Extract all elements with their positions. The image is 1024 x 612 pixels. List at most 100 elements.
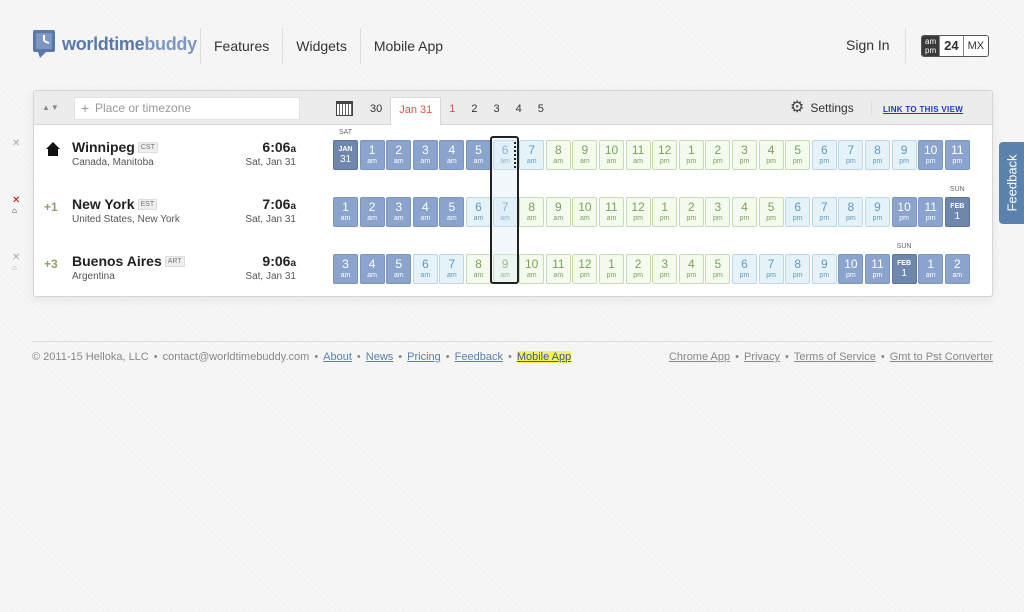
contact-email[interactable]: contact@worldtimebuddy.com <box>163 351 310 363</box>
hour-cell[interactable]: 7 am <box>439 254 465 284</box>
place-search-input[interactable]: + Place or timezone <box>74 97 300 120</box>
day-tab-2[interactable]: 2 <box>463 97 485 125</box>
hour-cell[interactable]: 2 am <box>944 254 970 284</box>
hour-cell[interactable]: 11 am <box>599 197 624 227</box>
hour-cell[interactable]: 8 am <box>545 140 571 170</box>
logo[interactable]: worldtimebuddy <box>32 29 197 59</box>
hour-cell[interactable]: 2 am <box>359 197 385 227</box>
hour-cell[interactable]: 1 pm <box>599 254 624 284</box>
day-tab-3[interactable]: 3 <box>486 97 508 125</box>
hour-cell[interactable]: 12 pm <box>572 254 598 284</box>
hour-cell[interactable]: 1 pm <box>652 197 678 227</box>
day-tab-jan-31[interactable]: Jan 31 <box>390 97 442 125</box>
hour-cell[interactable]: 4 pm <box>732 197 757 227</box>
hour-cell[interactable]: 6 am <box>492 140 518 170</box>
day-tab-1[interactable]: 1 <box>441 97 463 125</box>
format-24h-button[interactable]: 24 <box>939 36 963 56</box>
link-to-view[interactable]: LINK TO THIS VIEW <box>883 105 963 114</box>
hour-cell[interactable]: 1 am <box>333 197 358 227</box>
footer-privacy-link[interactable]: Privacy <box>744 351 780 363</box>
hour-cell[interactable]: 11 pm <box>865 254 890 284</box>
date-cell[interactable]: FEB 1 <box>944 197 970 227</box>
hour-cell[interactable]: 1 am <box>918 254 944 284</box>
city-name[interactable]: New York EST <box>72 196 158 212</box>
hour-cell[interactable]: 2 am <box>386 140 412 170</box>
hour-cell[interactable]: 1 pm <box>678 140 704 170</box>
hour-cell[interactable]: 4 am <box>359 254 385 284</box>
footer-pricing-link[interactable]: Pricing <box>407 351 441 363</box>
sort-arrows-icon[interactable]: ▲▼ <box>42 103 60 112</box>
date-cell[interactable]: FEB 1 <box>891 254 917 284</box>
hour-cell[interactable]: 6 am <box>466 197 491 227</box>
footer-feedback-link[interactable]: Feedback <box>455 351 503 363</box>
hour-cell[interactable]: 10 am <box>519 254 545 284</box>
hour-cell[interactable]: 9 am <box>492 254 518 284</box>
hour-cell[interactable]: 5 pm <box>705 254 731 284</box>
hour-cell[interactable]: 8 pm <box>785 254 811 284</box>
day-tab-5[interactable]: 5 <box>530 97 552 125</box>
footer-news-link[interactable]: News <box>366 351 394 363</box>
hour-cell[interactable]: 10 pm <box>838 254 864 284</box>
hour-cell[interactable]: 2 pm <box>625 254 651 284</box>
hour-cell[interactable]: 10 pm <box>891 197 917 227</box>
hour-cell[interactable]: 8 am <box>519 197 545 227</box>
hour-cell[interactable]: 6 pm <box>732 254 757 284</box>
set-home-buenosaires-icon[interactable]: ⌂ <box>12 263 17 272</box>
hour-cell[interactable]: 8 pm <box>838 197 864 227</box>
hour-cell[interactable]: 1 am <box>359 140 385 170</box>
hour-cell[interactable]: 9 pm <box>891 140 917 170</box>
hour-cell[interactable]: 9 pm <box>811 254 837 284</box>
city-name[interactable]: Buenos Aires ART <box>72 253 185 269</box>
hour-cell[interactable]: 5 pm <box>785 140 811 170</box>
hour-cell[interactable]: 5 am <box>439 197 465 227</box>
hour-cell[interactable]: 9 am <box>545 197 571 227</box>
sign-in-link[interactable]: Sign In <box>846 37 890 53</box>
hour-cell[interactable]: 2 pm <box>678 197 704 227</box>
date-cell[interactable]: JAN 31 <box>333 140 358 170</box>
hour-cell[interactable]: 10 am <box>599 140 624 170</box>
hour-cell[interactable]: 7 pm <box>838 140 864 170</box>
hour-cell[interactable]: 10 am <box>572 197 598 227</box>
hour-cell[interactable]: 5 pm <box>758 197 784 227</box>
remove-winnipeg-icon[interactable]: ✕ <box>12 138 20 149</box>
hour-cell[interactable]: 12 pm <box>625 197 651 227</box>
hour-cell[interactable]: 8 am <box>466 254 491 284</box>
hour-cell[interactable]: 3 am <box>333 254 358 284</box>
format-ampm-button[interactable]: am pm <box>922 36 940 56</box>
hour-cell[interactable]: 4 pm <box>678 254 704 284</box>
day-tab-30[interactable]: 30 <box>362 97 390 125</box>
hour-cell[interactable]: 3 pm <box>652 254 678 284</box>
calendar-icon[interactable] <box>336 101 353 116</box>
footer-terms-link[interactable]: Terms of Service <box>794 351 876 363</box>
hour-cell[interactable]: 4 am <box>439 140 465 170</box>
nav-features[interactable]: Features <box>200 28 282 64</box>
hour-cell[interactable]: 7 am <box>519 140 545 170</box>
nav-mobile-app[interactable]: Mobile App <box>359 28 456 64</box>
hour-cell[interactable]: 9 am <box>572 140 598 170</box>
hour-cell[interactable]: 9 pm <box>865 197 890 227</box>
day-tab-4[interactable]: 4 <box>508 97 530 125</box>
hour-cell[interactable]: 6 pm <box>785 197 811 227</box>
footer-chrome-app-link[interactable]: Chrome App <box>669 351 730 363</box>
footer-mobile-app-link[interactable]: Mobile App <box>516 351 572 363</box>
city-name[interactable]: Winnipeg CST <box>72 139 158 155</box>
footer-about-link[interactable]: About <box>323 351 352 363</box>
hour-cell[interactable]: 5 am <box>466 140 491 170</box>
hour-cell[interactable]: 11 am <box>545 254 571 284</box>
hour-cell[interactable]: 4 am <box>412 197 438 227</box>
remove-buenosaires-icon[interactable]: ✕ <box>12 252 20 263</box>
hour-cell[interactable]: 11 pm <box>918 197 944 227</box>
hour-cell[interactable]: 6 am <box>412 254 438 284</box>
hour-cell[interactable]: 7 am <box>492 197 518 227</box>
hour-cell[interactable]: 3 am <box>386 197 412 227</box>
hour-cell[interactable]: 7 pm <box>758 254 784 284</box>
hour-cell[interactable]: 12 pm <box>652 140 678 170</box>
nav-widgets[interactable]: Widgets <box>282 28 360 64</box>
footer-converter-link[interactable]: Gmt to Pst Converter <box>890 351 993 363</box>
hour-cell[interactable]: 2 pm <box>705 140 731 170</box>
set-home-newyork-icon[interactable]: ⌂ <box>12 206 17 215</box>
hour-cell[interactable]: 11 am <box>625 140 651 170</box>
hour-cell[interactable]: 8 pm <box>865 140 890 170</box>
format-mx-button[interactable]: MX <box>962 36 989 56</box>
feedback-tab[interactable]: Feedback <box>999 142 1024 224</box>
